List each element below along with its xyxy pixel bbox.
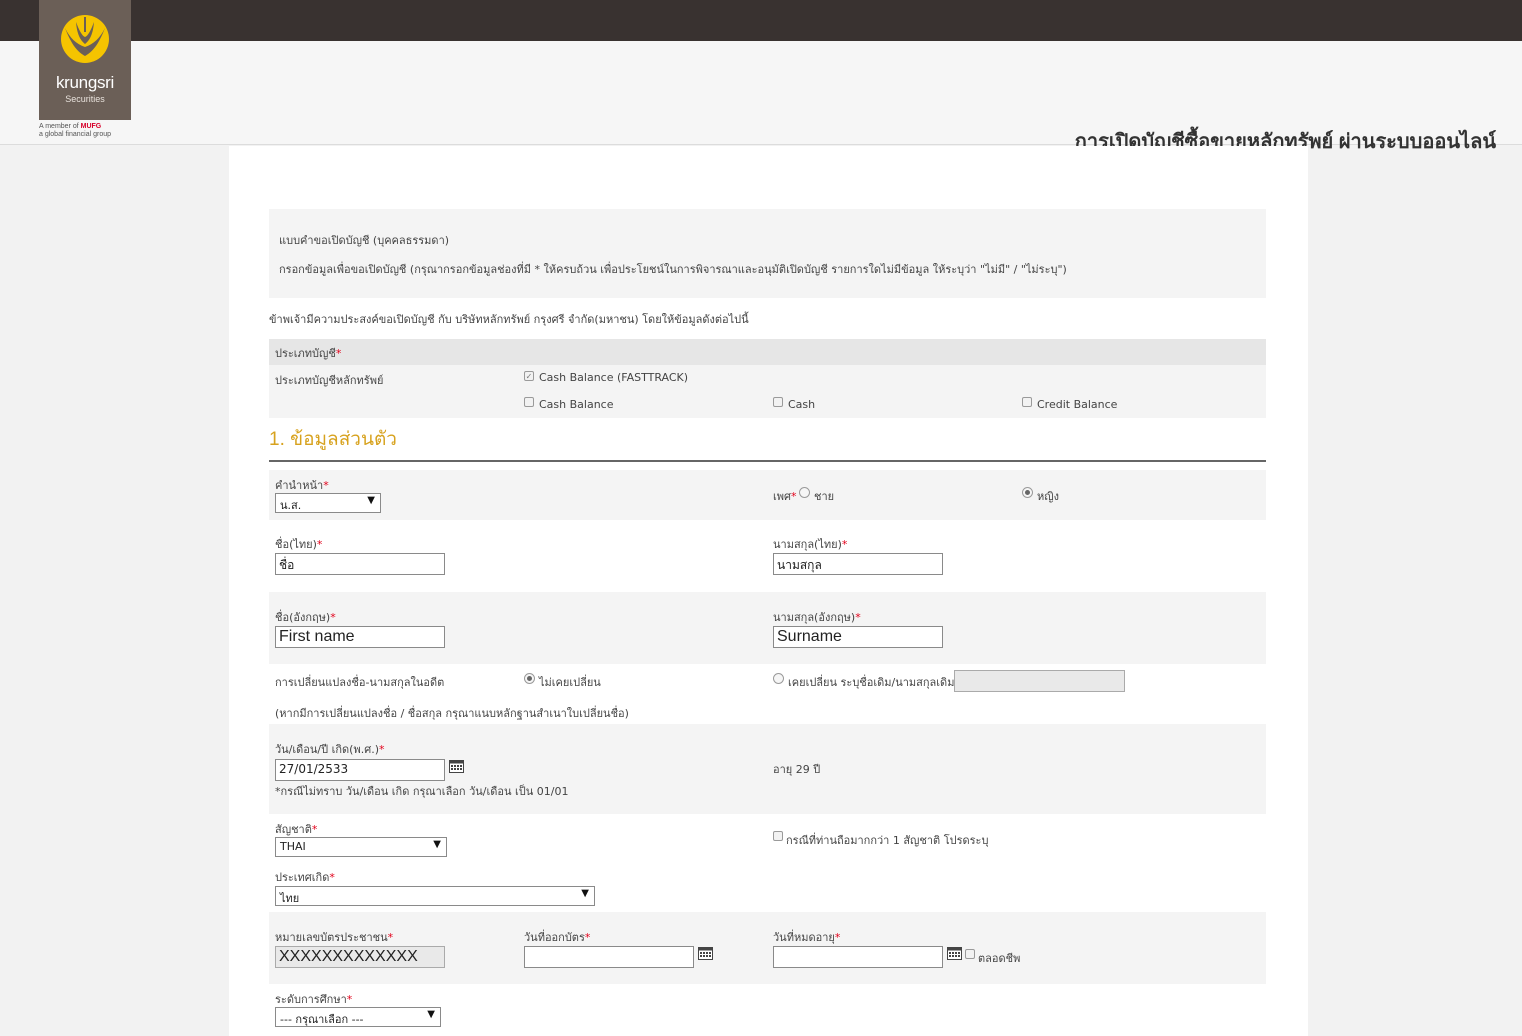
credit-balance-label: Credit Balance [1037, 398, 1118, 411]
education-select[interactable]: --- กรุณาเลือก --- ▼ [275, 1007, 441, 1027]
birthdate-note: *กรณีไม่ทราบ วัน/เดือน เกิด กรุณาเลือก ว… [275, 785, 569, 798]
gender-female-label: หญิง [1037, 490, 1059, 503]
account-type-heading: ประเภทบัญชี* [275, 347, 342, 360]
former-name-input[interactable] [954, 670, 1125, 692]
name-th-input[interactable]: ชื่อ [275, 553, 445, 575]
id-card-input[interactable]: XXXXXXXXXXXXX [275, 946, 445, 968]
checkbox-fasttrack[interactable]: ✓ [524, 371, 534, 381]
member-tagline: A member of MUFG a global financial grou… [39, 123, 139, 139]
intro-panel [269, 209, 1266, 298]
lifetime-checkbox[interactable] [965, 949, 975, 959]
member-text: A member of [39, 123, 79, 130]
birth-country-label: ประเทศเกิด* [275, 871, 335, 884]
multi-nationality-label: กรณีที่ท่านถือมากกว่า 1 สัญชาติ โปรดระบุ [786, 834, 989, 847]
site-header: การเปิดบัญชีซื้อขายหลักทรัพย์ ผ่านระบบออ… [0, 41, 1522, 153]
section-personal-info: 1. ข้อมูลส่วนตัว [269, 429, 397, 450]
krungsri-logo[interactable]: krungsri Securities [39, 0, 131, 120]
name-en-input[interactable]: First name [275, 626, 445, 648]
name-change-never-label: ไม่เคยเปลี่ยน [539, 676, 601, 689]
krungsri-logo-icon [61, 15, 109, 63]
declaration-text: ข้าพเจ้ามีความประสงค์ขอเปิดบัญชี กับ บริ… [269, 313, 749, 326]
gender-label: เพศ* [773, 490, 797, 503]
surname-th-label: นามสกุล(ไทย)* [773, 538, 848, 551]
expire-date-label: วันที่หมดอายุ* [773, 931, 841, 944]
name-change-label: การเปลี่ยนแปลงชื่อ-นามสกุลในอดีต [275, 676, 445, 689]
education-label: ระดับการศึกษา* [275, 993, 353, 1006]
birthdate-label: วัน/เดือน/ปี เกิด(พ.ศ.)* [275, 743, 385, 756]
cash-label: Cash [788, 398, 816, 411]
birth-country-select[interactable]: ไทย ▼ [275, 886, 595, 906]
lifetime-label: ตลอดชีพ [978, 952, 1021, 965]
nationality-select[interactable]: THAI ▼ [275, 837, 447, 857]
section-divider [269, 460, 1266, 462]
checkbox-credit-balance[interactable] [1022, 397, 1032, 407]
calendar-icon[interactable] [947, 946, 962, 960]
id-card-label: หมายเลขบัตรประชาชน* [275, 931, 394, 944]
fasttrack-label: Cash Balance (FASTTRACK) [539, 371, 689, 384]
checkbox-cash-balance[interactable] [524, 397, 534, 407]
gender-male-radio[interactable] [799, 487, 810, 498]
name-en-label: ชื่อ(อังกฤษ)* [275, 611, 336, 624]
form-title: แบบคำขอเปิดบัญชี (บุคคลธรรมดา) [279, 234, 450, 247]
age-text: อายุ 29 ปี [773, 763, 821, 776]
multi-nationality-checkbox[interactable] [773, 831, 783, 841]
top-bar [0, 0, 1522, 41]
title-select[interactable]: น.ส. ▼ [275, 493, 381, 513]
form-container: แบบคำขอเปิดบัญชี (บุคคลธรรมดา) กรอกข้อมู… [229, 146, 1308, 1036]
account-type-label: ประเภทบัญชีหลักทรัพย์ [275, 374, 384, 387]
name-th-label: ชื่อ(ไทย)* [275, 538, 323, 551]
name-change-changed-radio[interactable] [773, 673, 784, 684]
chevron-down-icon: ▼ [367, 495, 375, 506]
calendar-icon[interactable] [698, 946, 713, 960]
name-change-never-radio[interactable] [524, 673, 535, 684]
checkbox-cash[interactable] [773, 397, 783, 407]
birthdate-input[interactable]: 27/01/2533 [275, 759, 445, 781]
calendar-icon[interactable] [449, 759, 464, 773]
gender-male-label: ชาย [814, 490, 835, 503]
gender-female-radio[interactable] [1022, 487, 1033, 498]
cash-balance-label: Cash Balance [539, 398, 614, 411]
title-label: คำนำหน้า* [275, 479, 329, 492]
form-instruction: กรอกข้อมูลเพื่อขอเปิดบัญชี (กรุณากรอกข้อ… [279, 263, 1067, 276]
surname-th-input[interactable]: นามสกุล [773, 553, 943, 575]
name-change-changed-label: เคยเปลี่ยน ระบุชื่อเดิม/นามสกุลเดิม [788, 676, 955, 689]
chevron-down-icon: ▼ [581, 888, 589, 899]
expire-date-input[interactable] [773, 946, 943, 968]
issue-date-input[interactable] [524, 946, 694, 968]
surname-en-label: นามสกุล(อังกฤษ)* [773, 611, 861, 624]
chevron-down-icon: ▼ [427, 1009, 435, 1020]
account-type-header [269, 339, 1266, 365]
mufg-logo: MUFG [80, 123, 102, 130]
nationality-label: สัญชาติ* [275, 823, 318, 836]
name-change-note: (หากมีการเปลี่ยนแปลงชื่อ / ชื่อสกุล กรุณ… [275, 707, 629, 720]
row-title-gender [269, 470, 1266, 520]
brand-sub: Securities [65, 94, 105, 104]
surname-en-input[interactable]: Surname [773, 626, 943, 648]
brand-name: krungsri [55, 73, 115, 92]
chevron-down-icon: ▼ [433, 839, 441, 850]
issue-date-label: วันที่ออกบัตร* [524, 931, 591, 944]
group-tagline: a global financial group [39, 131, 111, 138]
